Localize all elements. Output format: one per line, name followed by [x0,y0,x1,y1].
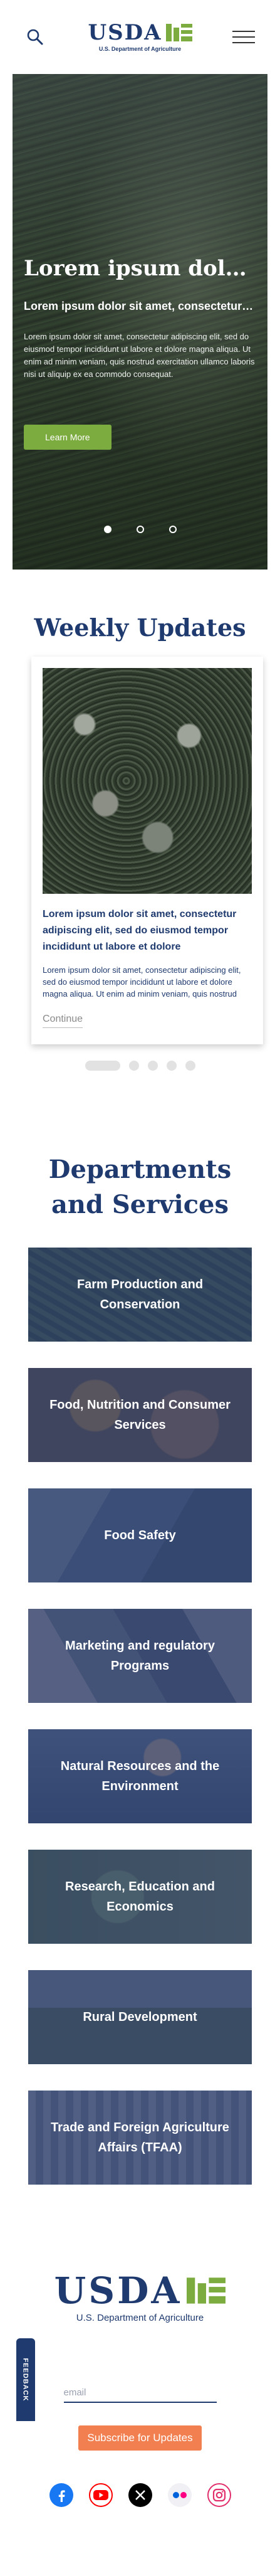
dept-card-label: Rural Development [83,2010,197,2024]
updates-dot-1[interactable] [85,1061,120,1071]
departments-list: Farm Production and Conservation Food, N… [0,1248,280,2185]
updates-dot-3[interactable] [147,1061,158,1071]
dept-card-label: Food Safety [104,1529,176,1542]
updates-pagination [0,1061,280,1071]
updates-dot-2[interactable] [128,1061,139,1071]
dept-card-research[interactable]: Research, Education and Economics [28,1850,252,1944]
dept-card-trade[interactable]: Trade and Foreign Agriculture Affairs (T… [28,2091,252,2185]
hero-carousel: Lorem ipsum dolor sit amet Lorem ipsum d… [13,74,267,570]
update-card[interactable]: Lorem ipsum dolor sit amet, consectetur … [31,657,263,1044]
email-field[interactable] [63,2383,217,2403]
footer-logo-subtitle: U.S. Department of Agriculture [76,2313,204,2323]
learn-more-button[interactable]: Learn More [24,425,111,450]
dept-card-label: Research, Education and Economics [65,1880,215,1914]
dept-card-food-safety[interactable]: Food Safety [28,1488,252,1582]
search-icon [27,29,43,45]
x-icon[interactable] [128,2483,152,2507]
departments-section: Departments and Services Farm Production… [0,1071,280,2185]
dept-card-natural-resources[interactable]: Natural Resources and the Environment [28,1729,252,1823]
weekly-updates-section: Weekly Updates Lorem ipsum dolor sit ame… [0,570,280,1071]
hero-dot-3[interactable] [169,526,177,533]
footer-logo-text: USDA [54,2269,182,2312]
facebook-icon[interactable] [49,2483,73,2507]
update-image [43,668,252,894]
youtube-icon[interactable] [88,2483,113,2507]
logo-text: USDA [88,20,162,45]
footer-usda-logo[interactable]: USDA U.S. Department of Agriculture [54,2272,226,2323]
updates-dot-5[interactable] [185,1061,195,1071]
site-header: USDA U.S. Department of Agriculture [0,0,280,74]
usda-leaf-mark-icon [187,2277,226,2304]
hero-subtitle: Lorem ipsum dolor sit amet, consectetur … [24,300,256,312]
feedback-label: FEEDBACK [22,2358,29,2402]
dept-card-label: Marketing and regulatory Programs [65,1639,215,1673]
dept-card-marketing[interactable]: Marketing and regulatory Programs [28,1609,252,1703]
social-links [49,2483,231,2507]
hero-dot-1[interactable] [103,526,111,533]
update-card-body: Lorem ipsum dolor sit amet, consectetur … [43,965,241,999]
flickr-icon[interactable] [167,2483,192,2507]
menu-line [232,42,255,43]
instagram-icon[interactable] [207,2483,231,2507]
departments-title: Departments and Services [48,1155,232,1219]
site-footer: USDA U.S. Department of Agriculture Subs… [0,2185,280,2576]
updates-dot-4[interactable] [166,1061,177,1071]
hero-title: Lorem ipsum dolor sit amet [24,256,256,281]
hero-pagination [13,526,267,533]
dept-card-label: Trade and Foreign Agriculture Affairs (T… [51,2121,229,2155]
dept-card-label: Natural Resources and the Environment [60,1759,220,1793]
hamburger-menu-button[interactable] [232,24,257,50]
hero-body: Lorem ipsum dolor sit amet, consectetur … [24,332,255,379]
usda-leaf-mark-icon [165,24,192,41]
feedback-tab[interactable]: FEEDBACK [16,2338,35,2421]
hero-dot-2[interactable] [136,526,144,533]
usda-logo[interactable]: USDA U.S. Department of Agriculture [88,22,192,52]
subscribe-button[interactable]: Subscribe for Updates [78,2425,202,2451]
logo-subtitle: U.S. Department of Agriculture [98,46,182,52]
menu-line [232,31,255,32]
continue-link[interactable]: Continue [43,1014,83,1028]
dept-card-farm-production[interactable]: Farm Production and Conservation [28,1248,252,1342]
dept-card-label: Farm Production and Conservation [76,1278,204,1312]
weekly-updates-title: Weekly Updates [34,613,246,642]
hero-content: Lorem ipsum dolor sit amet Lorem ipsum d… [13,256,267,450]
dept-card-food-nutrition[interactable]: Food, Nutrition and Consumer Services [28,1368,252,1462]
dept-card-label: Food, Nutrition and Consumer Services [49,1398,231,1432]
search-button[interactable] [23,24,48,50]
update-card-title: Lorem ipsum dolor sit amet, consectetur … [43,909,237,952]
menu-line [232,36,255,38]
dept-card-rural-development[interactable]: Rural Development [28,1970,252,2064]
